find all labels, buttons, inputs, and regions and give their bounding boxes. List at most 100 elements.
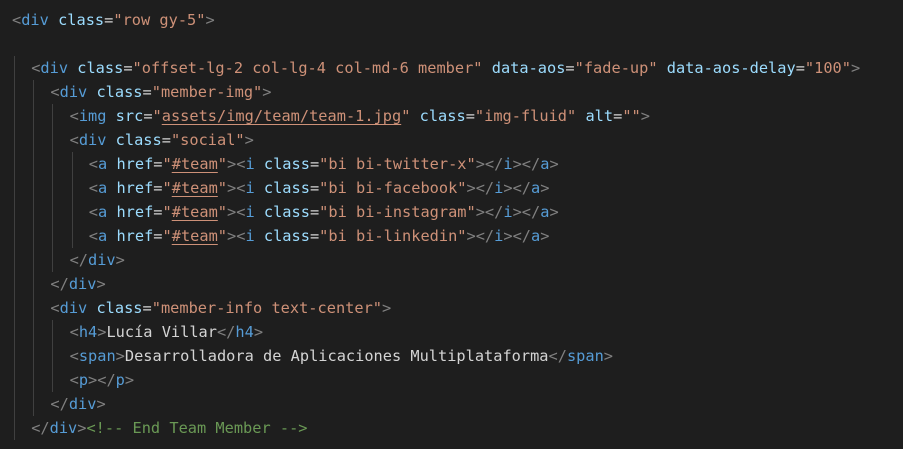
text-content	[255, 179, 264, 197]
bracket: ></	[475, 155, 504, 173]
string-value: "	[162, 227, 172, 245]
text-content: Desarrolladora de Aplicaciones Multiplat…	[124, 347, 549, 365]
bracket: ></	[88, 371, 116, 389]
text-content	[106, 131, 115, 149]
code-line[interactable]: <span>Desarrolladora de Aplicaciones Mul…	[70, 344, 613, 368]
bracket: </	[50, 275, 69, 293]
text-content	[483, 59, 492, 77]
tag-name: div	[49, 419, 78, 437]
text-content: =	[123, 59, 133, 77]
link-path[interactable]: assets/img/team/team-1.jpg	[162, 107, 401, 125]
attribute-name: href	[116, 155, 154, 173]
link-path[interactable]: #team	[172, 203, 218, 221]
text-content	[255, 203, 264, 221]
text-content	[658, 59, 667, 77]
text-content: =	[142, 299, 152, 317]
code-line[interactable]: </div>	[50, 392, 105, 416]
text-content: =	[104, 11, 114, 29]
tag-name: p	[78, 371, 89, 389]
bracket: >	[549, 155, 559, 173]
attribute-name: class	[419, 107, 466, 125]
attribute-name: href	[116, 179, 154, 197]
code-line[interactable]: <a href="#team"><i class="bi bi-instagra…	[89, 200, 559, 224]
string-value: "bi bi-linkedin"	[319, 227, 467, 245]
bracket: >	[603, 347, 613, 365]
text-content: =	[309, 203, 320, 221]
code-line[interactable]: <h4>Lucía Villar</h4>	[70, 320, 263, 344]
code-line[interactable]: </div>	[70, 248, 125, 272]
tag-name: div	[59, 299, 88, 317]
bracket: ><	[227, 155, 246, 173]
bracket: ></	[503, 179, 532, 197]
code-line[interactable]: <p></p>	[70, 368, 135, 392]
string-value: "social"	[170, 131, 245, 149]
tag-name: div	[21, 11, 49, 29]
bracket: >	[253, 323, 264, 341]
bracket: ></	[466, 227, 495, 245]
bracket: <	[12, 11, 22, 29]
text-content: =	[565, 59, 575, 77]
code-line[interactable]: <a href="#team"><i class="bi bi-twitter-…	[89, 152, 559, 176]
attribute-name: data-aos-delay	[666, 59, 796, 77]
string-value: "member-info text-center"	[151, 299, 382, 317]
bracket: >	[640, 107, 650, 125]
code-line[interactable]: <div class="social">	[70, 128, 254, 152]
indent-guide	[52, 104, 53, 272]
bracket: >	[540, 227, 550, 245]
attribute-name: class	[263, 227, 310, 245]
code-line[interactable]: <div class="member-info text-center">	[50, 296, 391, 320]
tag-name: i	[494, 179, 504, 197]
string-value: "	[217, 155, 228, 173]
tag-name: span	[78, 347, 116, 365]
string-value: ""	[622, 107, 641, 125]
bracket: <	[69, 131, 79, 149]
attribute-name: class	[263, 155, 310, 173]
attribute-name: href	[116, 227, 154, 245]
text-content: =	[795, 59, 805, 77]
tag-name: i	[245, 227, 255, 245]
tag-name: i	[494, 227, 504, 245]
indent-guide	[72, 152, 73, 248]
string-value: "bi bi-instagram"	[319, 203, 476, 221]
code-line[interactable]: <a href="#team"><i class="bi bi-linkedin…	[89, 224, 550, 248]
text-content	[410, 107, 419, 125]
bracket: >	[124, 371, 135, 389]
text-content: =	[465, 107, 475, 125]
tag-name: h4	[235, 323, 254, 341]
code-editor[interactable]: <div class="row gy-5"> <div class="offset…	[0, 0, 903, 449]
text-content: =	[142, 83, 152, 101]
attribute-name: class	[58, 11, 105, 29]
attribute-name: src	[115, 107, 144, 125]
string-value: "offset-lg-2 col-lg-4 col-md-6 member"	[132, 59, 483, 77]
indent-guide	[14, 56, 15, 440]
tag-name: img	[78, 107, 107, 125]
comment: <!-- End Team Member -->	[86, 419, 308, 437]
code-line[interactable]: <div class="member-img">	[50, 80, 271, 104]
tag-name: a	[531, 227, 541, 245]
code-line[interactable]: <img src="assets/img/team/team-1.jpg" cl…	[70, 104, 650, 128]
string-value: "	[217, 203, 228, 221]
code-line[interactable]: <div class="offset-lg-2 col-lg-4 col-md-…	[31, 56, 860, 80]
tag-name: a	[531, 179, 541, 197]
tag-name: a	[98, 227, 108, 245]
link-path[interactable]: #team	[172, 227, 218, 245]
tag-name: div	[59, 83, 88, 101]
code-line[interactable]: <a href="#team"><i class="bi bi-facebook…	[89, 176, 550, 200]
text-content: =	[143, 107, 153, 125]
string-value: "fade-up"	[574, 59, 658, 77]
link-path[interactable]: #team	[172, 179, 218, 197]
tag-name: span	[566, 347, 604, 365]
bracket: </	[69, 251, 89, 269]
bracket: >	[262, 83, 272, 101]
link-path[interactable]: #team	[172, 155, 218, 173]
bracket: >	[96, 395, 106, 413]
code-line[interactable]: </div><!-- End Team Member -->	[31, 416, 307, 440]
bracket: ></	[512, 203, 541, 221]
code-line[interactable]: </div>	[50, 272, 105, 296]
string-value: "bi bi-twitter-x"	[319, 155, 476, 173]
attribute-name: href	[116, 203, 154, 221]
code-line[interactable]: <div class="row gy-5">	[12, 8, 215, 32]
string-value: "	[162, 179, 172, 197]
bracket: >	[96, 275, 106, 293]
tag-name: a	[98, 155, 108, 173]
